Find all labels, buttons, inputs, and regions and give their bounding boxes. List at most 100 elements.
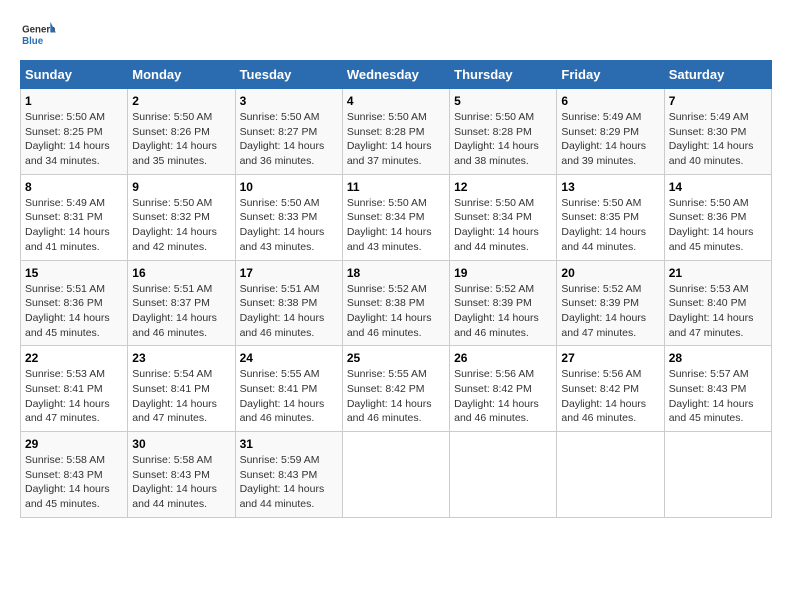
day-info: Sunrise: 5:50 AM Sunset: 8:32 PM Dayligh… [132, 196, 230, 255]
day-number: 29 [25, 437, 123, 451]
day-info: Sunrise: 5:59 AM Sunset: 8:43 PM Dayligh… [240, 453, 338, 512]
day-info: Sunrise: 5:54 AM Sunset: 8:41 PM Dayligh… [132, 367, 230, 426]
day-info: Sunrise: 5:50 AM Sunset: 8:28 PM Dayligh… [347, 110, 445, 169]
day-info: Sunrise: 5:50 AM Sunset: 8:33 PM Dayligh… [240, 196, 338, 255]
day-number: 3 [240, 94, 338, 108]
day-info: Sunrise: 5:58 AM Sunset: 8:43 PM Dayligh… [132, 453, 230, 512]
day-number: 16 [132, 266, 230, 280]
day-info: Sunrise: 5:57 AM Sunset: 8:43 PM Dayligh… [669, 367, 767, 426]
day-number: 26 [454, 351, 552, 365]
day-info: Sunrise: 5:51 AM Sunset: 8:36 PM Dayligh… [25, 282, 123, 341]
calendar-cell: 16 Sunrise: 5:51 AM Sunset: 8:37 PM Dayl… [128, 260, 235, 346]
day-info: Sunrise: 5:56 AM Sunset: 8:42 PM Dayligh… [561, 367, 659, 426]
day-number: 17 [240, 266, 338, 280]
calendar-cell: 26 Sunrise: 5:56 AM Sunset: 8:42 PM Dayl… [450, 346, 557, 432]
day-number: 9 [132, 180, 230, 194]
day-info: Sunrise: 5:56 AM Sunset: 8:42 PM Dayligh… [454, 367, 552, 426]
calendar-cell: 12 Sunrise: 5:50 AM Sunset: 8:34 PM Dayl… [450, 174, 557, 260]
day-number: 25 [347, 351, 445, 365]
calendar-week-row: 8 Sunrise: 5:49 AM Sunset: 8:31 PM Dayli… [21, 174, 772, 260]
calendar-week-row: 15 Sunrise: 5:51 AM Sunset: 8:36 PM Dayl… [21, 260, 772, 346]
calendar-cell: 25 Sunrise: 5:55 AM Sunset: 8:42 PM Dayl… [342, 346, 449, 432]
day-info: Sunrise: 5:55 AM Sunset: 8:42 PM Dayligh… [347, 367, 445, 426]
day-number: 8 [25, 180, 123, 194]
day-info: Sunrise: 5:50 AM Sunset: 8:36 PM Dayligh… [669, 196, 767, 255]
day-number: 12 [454, 180, 552, 194]
day-info: Sunrise: 5:50 AM Sunset: 8:34 PM Dayligh… [347, 196, 445, 255]
calendar-cell: 14 Sunrise: 5:50 AM Sunset: 8:36 PM Dayl… [664, 174, 771, 260]
day-number: 11 [347, 180, 445, 194]
calendar-cell: 3 Sunrise: 5:50 AM Sunset: 8:27 PM Dayli… [235, 89, 342, 175]
calendar-cell: 20 Sunrise: 5:52 AM Sunset: 8:39 PM Dayl… [557, 260, 664, 346]
calendar-cell: 27 Sunrise: 5:56 AM Sunset: 8:42 PM Dayl… [557, 346, 664, 432]
calendar-cell: 31 Sunrise: 5:59 AM Sunset: 8:43 PM Dayl… [235, 432, 342, 518]
calendar-cell: 19 Sunrise: 5:52 AM Sunset: 8:39 PM Dayl… [450, 260, 557, 346]
day-number: 10 [240, 180, 338, 194]
day-number: 7 [669, 94, 767, 108]
day-number: 24 [240, 351, 338, 365]
calendar-cell [664, 432, 771, 518]
calendar-header-tuesday: Tuesday [235, 61, 342, 89]
day-number: 21 [669, 266, 767, 280]
day-number: 1 [25, 94, 123, 108]
day-number: 31 [240, 437, 338, 451]
calendar-cell [342, 432, 449, 518]
calendar-cell: 30 Sunrise: 5:58 AM Sunset: 8:43 PM Dayl… [128, 432, 235, 518]
calendar-cell: 4 Sunrise: 5:50 AM Sunset: 8:28 PM Dayli… [342, 89, 449, 175]
day-info: Sunrise: 5:58 AM Sunset: 8:43 PM Dayligh… [25, 453, 123, 512]
day-number: 6 [561, 94, 659, 108]
calendar-cell: 17 Sunrise: 5:51 AM Sunset: 8:38 PM Dayl… [235, 260, 342, 346]
calendar-cell: 15 Sunrise: 5:51 AM Sunset: 8:36 PM Dayl… [21, 260, 128, 346]
day-info: Sunrise: 5:53 AM Sunset: 8:41 PM Dayligh… [25, 367, 123, 426]
calendar-header-saturday: Saturday [664, 61, 771, 89]
day-info: Sunrise: 5:49 AM Sunset: 8:29 PM Dayligh… [561, 110, 659, 169]
day-number: 2 [132, 94, 230, 108]
day-info: Sunrise: 5:51 AM Sunset: 8:38 PM Dayligh… [240, 282, 338, 341]
day-info: Sunrise: 5:50 AM Sunset: 8:26 PM Dayligh… [132, 110, 230, 169]
calendar-cell: 9 Sunrise: 5:50 AM Sunset: 8:32 PM Dayli… [128, 174, 235, 260]
calendar-cell: 5 Sunrise: 5:50 AM Sunset: 8:28 PM Dayli… [450, 89, 557, 175]
calendar-cell: 18 Sunrise: 5:52 AM Sunset: 8:38 PM Dayl… [342, 260, 449, 346]
calendar-header-thursday: Thursday [450, 61, 557, 89]
calendar-cell: 22 Sunrise: 5:53 AM Sunset: 8:41 PM Dayl… [21, 346, 128, 432]
day-info: Sunrise: 5:53 AM Sunset: 8:40 PM Dayligh… [669, 282, 767, 341]
day-info: Sunrise: 5:50 AM Sunset: 8:35 PM Dayligh… [561, 196, 659, 255]
calendar-cell: 6 Sunrise: 5:49 AM Sunset: 8:29 PM Dayli… [557, 89, 664, 175]
day-number: 18 [347, 266, 445, 280]
calendar-cell: 10 Sunrise: 5:50 AM Sunset: 8:33 PM Dayl… [235, 174, 342, 260]
day-info: Sunrise: 5:50 AM Sunset: 8:25 PM Dayligh… [25, 110, 123, 169]
day-info: Sunrise: 5:49 AM Sunset: 8:31 PM Dayligh… [25, 196, 123, 255]
calendar-header-friday: Friday [557, 61, 664, 89]
day-info: Sunrise: 5:50 AM Sunset: 8:28 PM Dayligh… [454, 110, 552, 169]
day-info: Sunrise: 5:51 AM Sunset: 8:37 PM Dayligh… [132, 282, 230, 341]
day-number: 22 [25, 351, 123, 365]
calendar-week-row: 1 Sunrise: 5:50 AM Sunset: 8:25 PM Dayli… [21, 89, 772, 175]
day-number: 5 [454, 94, 552, 108]
day-number: 28 [669, 351, 767, 365]
day-number: 20 [561, 266, 659, 280]
calendar-cell: 24 Sunrise: 5:55 AM Sunset: 8:41 PM Dayl… [235, 346, 342, 432]
calendar-cell: 21 Sunrise: 5:53 AM Sunset: 8:40 PM Dayl… [664, 260, 771, 346]
day-info: Sunrise: 5:50 AM Sunset: 8:27 PM Dayligh… [240, 110, 338, 169]
calendar-cell: 1 Sunrise: 5:50 AM Sunset: 8:25 PM Dayli… [21, 89, 128, 175]
day-number: 27 [561, 351, 659, 365]
logo: General Blue [20, 20, 56, 50]
day-info: Sunrise: 5:52 AM Sunset: 8:39 PM Dayligh… [561, 282, 659, 341]
calendar-cell: 13 Sunrise: 5:50 AM Sunset: 8:35 PM Dayl… [557, 174, 664, 260]
calendar-cell [450, 432, 557, 518]
day-number: 30 [132, 437, 230, 451]
calendar-week-row: 22 Sunrise: 5:53 AM Sunset: 8:41 PM Dayl… [21, 346, 772, 432]
calendar-cell: 11 Sunrise: 5:50 AM Sunset: 8:34 PM Dayl… [342, 174, 449, 260]
day-number: 13 [561, 180, 659, 194]
day-number: 14 [669, 180, 767, 194]
day-info: Sunrise: 5:55 AM Sunset: 8:41 PM Dayligh… [240, 367, 338, 426]
day-info: Sunrise: 5:50 AM Sunset: 8:34 PM Dayligh… [454, 196, 552, 255]
page-header: General Blue [20, 20, 772, 50]
calendar-cell [557, 432, 664, 518]
day-number: 19 [454, 266, 552, 280]
day-number: 15 [25, 266, 123, 280]
day-number: 4 [347, 94, 445, 108]
calendar-header-row: SundayMondayTuesdayWednesdayThursdayFrid… [21, 61, 772, 89]
svg-text:Blue: Blue [22, 36, 44, 47]
calendar-cell: 7 Sunrise: 5:49 AM Sunset: 8:30 PM Dayli… [664, 89, 771, 175]
